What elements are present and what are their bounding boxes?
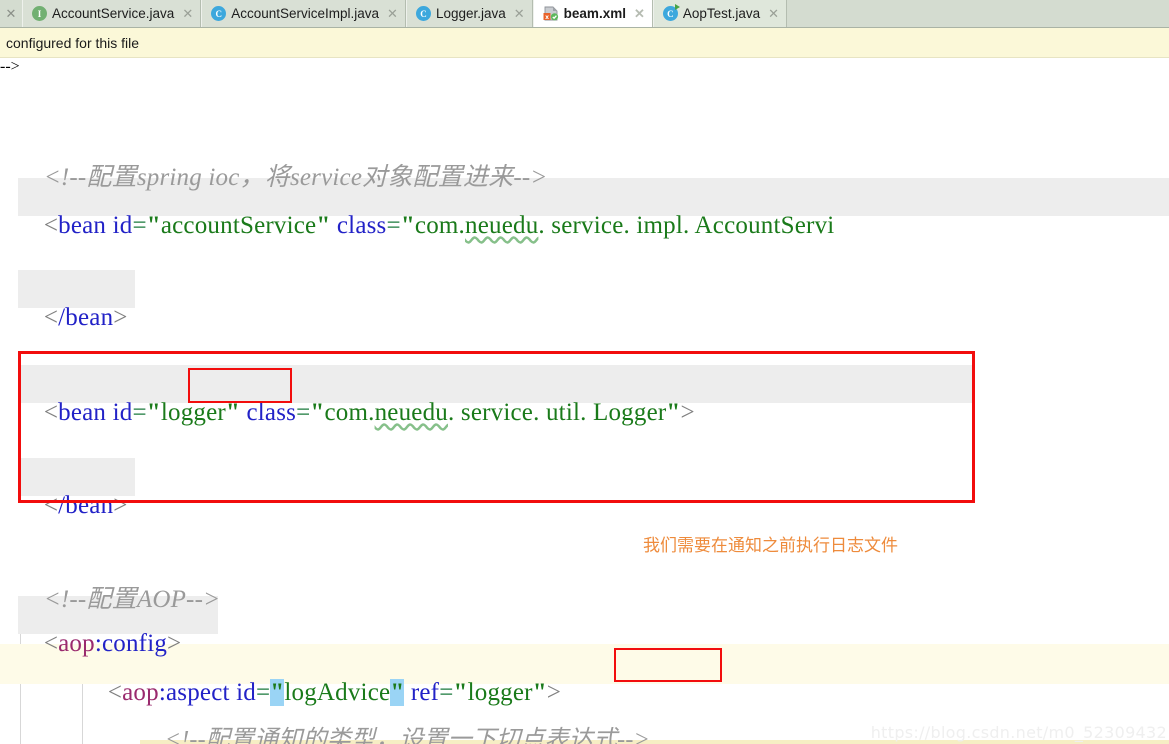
annotation-note: 我们需要在通知之前执行日志文件	[643, 536, 898, 556]
tab-account-service-java[interactable]: I AccountService.java ✕	[22, 0, 202, 27]
class-icon: C	[415, 6, 431, 21]
tab-account-service-impl-java[interactable]: C AccountServiceImpl.java ✕	[201, 0, 406, 27]
tab-label: AopTest.java	[682, 5, 761, 21]
notification-banner[interactable]: configured for this file	[0, 28, 1169, 58]
xml-tag-name: bean	[58, 212, 107, 239]
xml-file-icon: x	[543, 6, 559, 21]
class-icon: C	[211, 6, 227, 21]
xml-tag-name: bean	[58, 399, 107, 426]
spellcheck-word: neuedu	[465, 212, 539, 239]
close-icon[interactable]: ✕	[0, 0, 22, 27]
tab-label: AccountService.java	[52, 5, 175, 21]
xml-tag-name: /bean	[58, 492, 114, 519]
watermark: https://blog.csdn.net/m0_52309432	[870, 723, 1167, 742]
code-line-bean-logger: <bean id="logger" class="com.neuedu. ser…	[43, 399, 695, 426]
xml-attr-name: id	[112, 399, 133, 426]
notification-text: configured for this file	[6, 34, 140, 51]
runnable-class-icon: C	[662, 4, 680, 21]
code-line-bean-close-2: </bean>	[43, 492, 128, 519]
tab-aop-test-java[interactable]: C AopTest.java ✕	[652, 0, 788, 27]
xml-attr-value-logger-id: logger	[160, 399, 226, 426]
close-icon[interactable]: ✕	[631, 7, 645, 20]
xml-attr-value: accountService	[160, 212, 317, 239]
close-icon[interactable]: ✕	[179, 7, 193, 20]
tab-beam-xml[interactable]: x beam.xml ✕	[532, 0, 653, 27]
code-line-bean-close-1: </bean>	[43, 304, 128, 331]
tab-label: beam.xml	[563, 5, 626, 21]
xml-attr-name: class	[246, 399, 297, 426]
close-icon[interactable]: ✕	[511, 7, 525, 20]
close-icon[interactable]: ✕	[384, 7, 398, 20]
tab-logger-java[interactable]: C Logger.java ✕	[405, 0, 533, 27]
interface-icon: I	[32, 6, 47, 21]
code-line-comment-advice: <!--配置通知的类型，设置一下切点表达式-->	[164, 727, 650, 744]
close-icon[interactable]: ✕	[765, 7, 779, 20]
xml-attr-name: class	[336, 212, 387, 239]
tab-label: AccountServiceImpl.java	[231, 5, 380, 21]
code-line-bean-account-service: <bean id="accountService" class="com.neu…	[43, 212, 835, 239]
xml-tag-name: /bean	[58, 304, 114, 331]
tab-label: Logger.java	[435, 5, 506, 21]
spellcheck-word: neuedu	[374, 399, 448, 426]
editor-tab-bar: ✕ I AccountService.java ✕ C AccountServi…	[0, 0, 1169, 28]
code-editor[interactable]: <!--配置spring ioc，将service对象配置进来--> <bean…	[0, 58, 1169, 744]
svg-text:x: x	[545, 14, 549, 21]
xml-attr-name: id	[112, 212, 133, 239]
